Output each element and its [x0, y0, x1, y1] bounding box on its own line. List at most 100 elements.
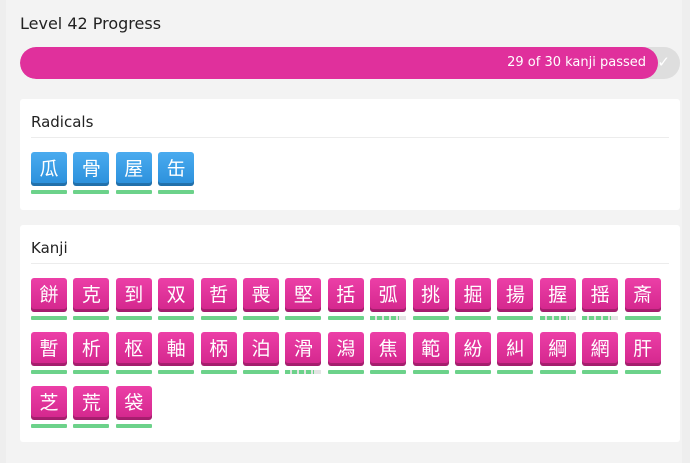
radical-item[interactable]: 骨 — [73, 152, 110, 196]
kanji-item[interactable]: 枢 — [115, 332, 152, 376]
kanji-item[interactable]: 餅 — [31, 278, 67, 322]
srs-bar — [115, 370, 152, 374]
srs-bar — [73, 316, 110, 320]
kanji-item[interactable]: 括 — [327, 278, 364, 322]
kanji-item[interactable]: 揚 — [497, 278, 534, 322]
kanji-item[interactable]: 潟 — [327, 332, 364, 376]
kanji-item[interactable]: 弧 — [370, 278, 407, 322]
kanji-tile[interactable]: 掘 — [455, 278, 491, 312]
kanji-tile[interactable]: 枢 — [115, 332, 152, 366]
srs-bar — [73, 370, 110, 374]
kanji-item[interactable]: 揺 — [582, 278, 619, 322]
kanji-tile[interactable]: 糾 — [497, 332, 534, 366]
kanji-tile[interactable]: 焦 — [370, 332, 407, 366]
kanji-tile[interactable]: 綱 — [539, 332, 576, 366]
srs-bar — [370, 370, 407, 374]
kanji-tile[interactable]: 弧 — [370, 278, 407, 312]
kanji-item[interactable]: 到 — [115, 278, 152, 322]
srs-bar — [455, 316, 491, 320]
kanji-item[interactable]: 滑 — [285, 332, 322, 376]
kanji-tile[interactable]: 泊 — [243, 332, 279, 366]
kanji-tile[interactable]: 滑 — [285, 332, 322, 366]
kanji-item[interactable]: 綱 — [539, 332, 576, 376]
srs-bar — [539, 370, 576, 374]
kanji-item[interactable]: 析 — [73, 332, 110, 376]
kanji-tile[interactable]: 紛 — [455, 332, 491, 366]
kanji-item[interactable]: 荒 — [73, 386, 110, 430]
kanji-tile[interactable]: 芝 — [31, 386, 67, 420]
kanji-tile[interactable]: 揺 — [582, 278, 619, 312]
kanji-item[interactable]: 袋 — [115, 386, 152, 430]
radical-tile[interactable]: 瓜 — [31, 152, 67, 186]
kanji-item[interactable]: 握 — [539, 278, 576, 322]
kanji-item[interactable]: 範 — [412, 332, 449, 376]
kanji-item[interactable]: 網 — [582, 332, 619, 376]
kanji-item[interactable]: 泊 — [243, 332, 279, 376]
kanji-tile[interactable]: 握 — [539, 278, 576, 312]
radical-tile[interactable]: 屋 — [115, 152, 152, 186]
srs-remaining — [568, 316, 576, 320]
kanji-tile[interactable]: 暫 — [31, 332, 67, 366]
kanji-tile[interactable]: 潟 — [327, 332, 364, 366]
srs-bar — [327, 316, 364, 320]
kanji-item[interactable]: 暫 — [31, 332, 67, 376]
srs-bar — [624, 316, 661, 320]
kanji-tile[interactable]: 到 — [115, 278, 152, 312]
kanji-item[interactable]: 哲 — [200, 278, 237, 322]
kanji-tile[interactable]: 喪 — [243, 278, 279, 312]
kanji-tile[interactable]: 斎 — [624, 278, 661, 312]
kanji-tile[interactable]: 双 — [158, 278, 195, 312]
kanji-tile[interactable]: 軸 — [158, 332, 195, 366]
srs-bar — [539, 316, 576, 320]
kanji-item[interactable]: 肝 — [624, 332, 661, 376]
divider — [31, 263, 669, 264]
kanji-item[interactable]: 喪 — [243, 278, 279, 322]
kanji-item[interactable]: 挑 — [412, 278, 449, 322]
kanji-item[interactable]: 紛 — [455, 332, 491, 376]
kanji-item[interactable]: 掘 — [455, 278, 491, 322]
radical-item[interactable]: 瓜 — [31, 152, 67, 196]
radical-item[interactable]: 缶 — [158, 152, 195, 196]
level-progress-panel: Level 42 Progress 29 of 30 kanji passed … — [6, 0, 682, 463]
srs-bar — [582, 370, 619, 374]
kanji-item[interactable]: 焦 — [370, 332, 407, 376]
kanji-item[interactable]: 斎 — [624, 278, 661, 322]
srs-bar — [455, 370, 491, 374]
radical-tile[interactable]: 缶 — [158, 152, 195, 186]
kanji-tile[interactable]: 括 — [327, 278, 364, 312]
kanji-tile[interactable]: 析 — [73, 332, 110, 366]
kanji-tile[interactable]: 網 — [582, 332, 619, 366]
srs-bar — [497, 316, 534, 320]
srs-remaining — [610, 316, 619, 320]
radical-tile[interactable]: 骨 — [73, 152, 110, 186]
kanji-item[interactable]: 柄 — [200, 332, 237, 376]
srs-bar — [412, 316, 449, 320]
kanji-tile[interactable]: 袋 — [115, 386, 152, 420]
srs-bar — [200, 370, 237, 374]
srs-bar — [243, 316, 279, 320]
check-icon: ✓ — [657, 53, 670, 71]
kanji-item[interactable]: 堅 — [285, 278, 322, 322]
radical-item[interactable]: 屋 — [115, 152, 152, 196]
kanji-tile[interactable]: 克 — [73, 278, 110, 312]
kanji-tile[interactable]: 荒 — [73, 386, 110, 420]
kanji-tile[interactable]: 肝 — [624, 332, 661, 366]
srs-bar — [327, 370, 364, 374]
kanji-tile[interactable]: 柄 — [200, 332, 237, 366]
srs-bar — [200, 316, 237, 320]
srs-bar — [158, 370, 195, 374]
kanji-tile[interactable]: 堅 — [285, 278, 322, 312]
kanji-item[interactable]: 軸 — [158, 332, 195, 376]
kanji-item[interactable]: 克 — [73, 278, 110, 322]
kanji-tile[interactable]: 挑 — [412, 278, 449, 312]
srs-bar — [158, 316, 195, 320]
kanji-item[interactable]: 芝 — [31, 386, 67, 430]
kanji-tile[interactable]: 揚 — [497, 278, 534, 312]
kanji-tile[interactable]: 餅 — [31, 278, 67, 312]
kanji-item[interactable]: 糾 — [497, 332, 534, 376]
kanji-tile[interactable]: 範 — [412, 332, 449, 366]
kanji-item[interactable]: 双 — [158, 278, 195, 322]
srs-remaining — [398, 316, 407, 320]
kanji-tile[interactable]: 哲 — [200, 278, 237, 312]
srs-bar — [285, 370, 322, 374]
